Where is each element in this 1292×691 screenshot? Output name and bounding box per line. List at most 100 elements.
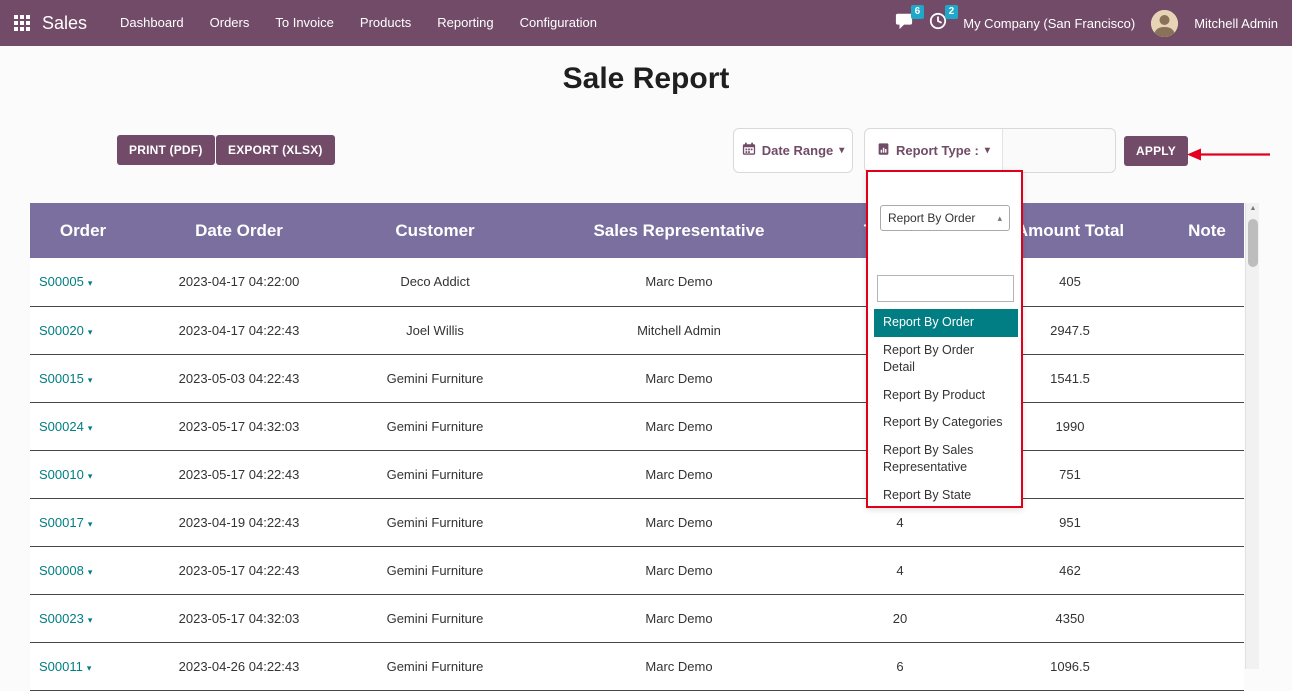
- menu-item-orders[interactable]: Orders: [197, 0, 263, 46]
- customer-cell: Gemini Furniture: [342, 450, 528, 498]
- apps-grid-icon[interactable]: [14, 15, 30, 31]
- vertical-scrollbar[interactable]: ▲: [1245, 203, 1259, 669]
- customer-cell: Gemini Furniture: [342, 402, 528, 450]
- order-link[interactable]: S00020▾: [39, 323, 92, 338]
- order-cell: S00011▾: [30, 642, 136, 690]
- customer-cell: Deco Addict: [342, 258, 528, 306]
- table-row: S00023▾ 2023-05-17 04:32:03Gemini Furnitu…: [30, 594, 1244, 642]
- annotation-arrow: [1186, 147, 1272, 162]
- sales-rep-cell: Marc Demo: [528, 258, 830, 306]
- customer-cell: Gemini Furniture: [342, 498, 528, 546]
- company-switcher[interactable]: My Company (San Francisco): [963, 16, 1135, 31]
- table-row: S00017▾2023-04-19 04:22:43Gemini Furnitu…: [30, 498, 1244, 546]
- amount-total-cell: 462: [970, 546, 1170, 594]
- note-cell: [1170, 594, 1244, 642]
- order-link[interactable]: S00010▾: [39, 467, 92, 482]
- sales-rep-cell: Marc Demo: [528, 594, 830, 642]
- customer-cell: Gemini Furniture: [342, 594, 528, 642]
- report-icon: [877, 142, 890, 159]
- scrollbar-thumb[interactable]: [1248, 219, 1258, 267]
- order-link[interactable]: S00015▾: [39, 371, 92, 386]
- caret-down-icon[interactable]: ▾: [87, 663, 92, 673]
- date-order-cell: 2023-04-17 04:22:43: [136, 306, 342, 354]
- column-header: Date Order: [136, 203, 342, 258]
- date-range-dropdown[interactable]: Date Range ▾: [733, 128, 853, 173]
- caret-down-icon: ▾: [839, 145, 844, 156]
- order-link[interactable]: S00017▾: [39, 515, 92, 530]
- note-cell: [1170, 642, 1244, 690]
- note-cell: [1170, 258, 1244, 306]
- activities-button[interactable]: 2: [929, 12, 947, 35]
- table-body: S00005▾2023-04-17 04:22:00Deco AddictMar…: [30, 258, 1244, 690]
- avatar[interactable]: [1151, 10, 1178, 37]
- export-xlsx-button[interactable]: EXPORT (XLSX): [216, 135, 335, 165]
- note-cell: [1170, 546, 1244, 594]
- caret-down-icon[interactable]: ▾: [88, 615, 93, 625]
- report-type-search-input[interactable]: [877, 275, 1014, 302]
- sales-rep-cell: Mitchell Admin: [528, 306, 830, 354]
- app-brand[interactable]: Sales: [42, 13, 87, 34]
- report-type-select[interactable]: Report By Order ▴: [880, 205, 1010, 231]
- menu-item-reporting[interactable]: Reporting: [424, 0, 506, 46]
- report-type-dropdown-panel: Report By Order ▴ Report By OrderReport …: [866, 170, 1023, 508]
- user-menu[interactable]: Mitchell Admin: [1194, 16, 1278, 31]
- date-order-cell: 2023-05-17 04:32:03: [136, 594, 342, 642]
- order-cell: S00024▾: [30, 402, 136, 450]
- scroll-up-arrow-icon[interactable]: ▲: [1246, 205, 1260, 212]
- order-cell: S00017▾: [30, 498, 136, 546]
- report-type-label: Report Type :: [896, 143, 979, 158]
- order-link[interactable]: S00005▾: [39, 274, 92, 289]
- order-cell: S00023▾: [30, 594, 136, 642]
- caret-down-icon[interactable]: ▾: [88, 327, 93, 337]
- order-link[interactable]: S00008▾: [39, 563, 92, 578]
- report-type-option[interactable]: Report By Order Detail: [874, 337, 1018, 382]
- order-cell: S00015▾: [30, 354, 136, 402]
- activities-badge: 2: [945, 5, 959, 19]
- column-header: Order: [30, 203, 136, 258]
- report-type-option[interactable]: Report By Categories: [874, 409, 1018, 437]
- caret-up-icon: ▴: [997, 213, 1002, 224]
- table-row: S00011▾2023-04-26 04:22:43Gemini Furnitu…: [30, 642, 1244, 690]
- report-type-options: Report By OrderReport By Order DetailRep…: [874, 309, 1018, 509]
- caret-down-icon[interactable]: ▾: [88, 567, 93, 577]
- report-type-option[interactable]: Report By Sales Representative: [874, 437, 1018, 482]
- column-header: Sales Representative: [528, 203, 830, 258]
- menu-item-products[interactable]: Products: [347, 0, 424, 46]
- sales-rep-cell: Marc Demo: [528, 546, 830, 594]
- report-type-selected-value: Report By Order: [888, 211, 975, 225]
- table-row: S00010▾2023-05-17 04:22:43Gemini Furnitu…: [30, 450, 1244, 498]
- messages-button[interactable]: 6: [895, 12, 913, 35]
- order-cell: S00010▾: [30, 450, 136, 498]
- date-order-cell: 2023-05-03 04:22:43: [136, 354, 342, 402]
- print-pdf-button[interactable]: PRINT (PDF): [117, 135, 215, 165]
- amount-total-cell: 1096.5: [970, 642, 1170, 690]
- topbar-right: 6 2 My Company (San Francisco) Mitchell …: [895, 10, 1278, 37]
- date-order-cell: 2023-04-26 04:22:43: [136, 642, 342, 690]
- order-link[interactable]: S00011▾: [39, 659, 91, 674]
- total-qty-cell: 4: [830, 546, 970, 594]
- caret-down-icon[interactable]: ▾: [88, 375, 93, 385]
- column-header: Note: [1170, 203, 1244, 258]
- topbar: Sales DashboardOrdersTo InvoiceProductsR…: [0, 0, 1292, 46]
- menu-item-dashboard[interactable]: Dashboard: [107, 0, 197, 46]
- report-type-dropdown-toggle[interactable]: Report Type : ▾: [865, 129, 1003, 172]
- apply-button[interactable]: APPLY: [1124, 136, 1188, 166]
- table-row: S00020▾2023-04-17 04:22:43Joel WillisMit…: [30, 306, 1244, 354]
- report-type-option[interactable]: Report By Order: [874, 309, 1018, 337]
- note-cell: [1170, 306, 1244, 354]
- total-qty-cell: 6: [830, 642, 970, 690]
- menu-item-configuration[interactable]: Configuration: [507, 0, 610, 46]
- caret-down-icon[interactable]: ▾: [88, 519, 93, 529]
- order-link[interactable]: S00023▾: [39, 611, 92, 626]
- caret-down-icon[interactable]: ▾: [88, 423, 93, 433]
- report-type-option[interactable]: Report By State: [874, 482, 1018, 510]
- table-row: S00005▾2023-04-17 04:22:00Deco AddictMar…: [30, 258, 1244, 306]
- note-cell: [1170, 402, 1244, 450]
- caret-down-icon[interactable]: ▾: [88, 471, 93, 481]
- caret-down-icon[interactable]: ▾: [88, 278, 93, 288]
- report-type-option[interactable]: Report By Product: [874, 382, 1018, 410]
- menu-item-to-invoice[interactable]: To Invoice: [262, 0, 347, 46]
- sales-rep-cell: Marc Demo: [528, 642, 830, 690]
- order-link[interactable]: S00024▾: [39, 419, 92, 434]
- sales-rep-cell: Marc Demo: [528, 402, 830, 450]
